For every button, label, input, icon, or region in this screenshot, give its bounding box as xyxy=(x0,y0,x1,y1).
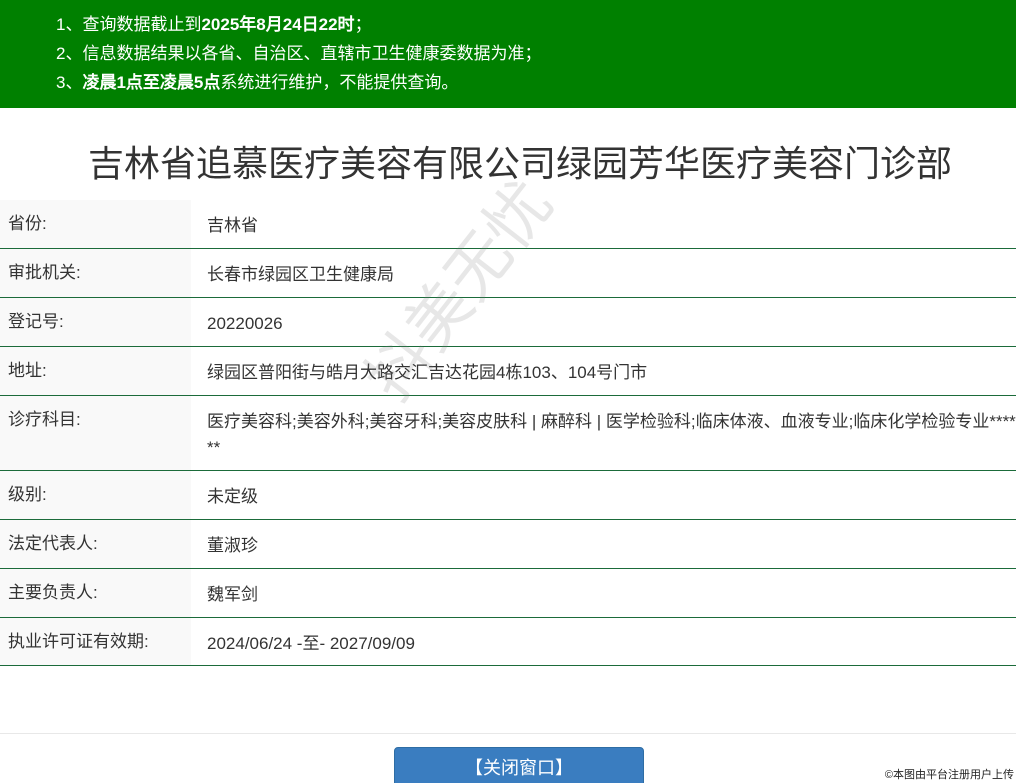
page-title: 吉林省追慕医疗美容有限公司绿园芳华医疗美容门诊部 xyxy=(87,143,952,184)
table-row: 地址: 绿园区普阳街与皓月大路交汇吉达花园4栋103、104号门市 xyxy=(0,346,1016,396)
table-row: 诊疗科目: 医疗美容科;美容外科;美容牙科;美容皮肤科 | 麻醉科 | 医学检验… xyxy=(0,395,1016,471)
row-label: 省份: xyxy=(0,200,191,249)
row-value: 吉林省 xyxy=(191,200,1016,249)
upload-note: ©本图由平台注册用户上传 xyxy=(884,769,1014,781)
notice-line-1-prefix: 1、查询数据截止到 xyxy=(56,15,202,34)
row-label: 法定代表人: xyxy=(0,519,191,569)
table-row: 登记号: 20220026 xyxy=(0,297,1016,347)
row-value: 20220026 xyxy=(191,297,1016,347)
table-row: 主要负责人: 魏军剑 xyxy=(0,568,1016,618)
row-value: 魏军剑 xyxy=(191,568,1016,618)
row-label: 地址: xyxy=(0,346,191,396)
divider xyxy=(0,733,1016,734)
table-row: 法定代表人: 董淑珍 xyxy=(0,519,1016,569)
row-label: 主要负责人: xyxy=(0,568,191,618)
close-window-button[interactable]: 【关闭窗口】 xyxy=(394,747,644,783)
row-value: 长春市绿园区卫生健康局 xyxy=(191,248,1016,298)
row-value: 2024/06/24 -至- 2027/09/09 xyxy=(191,617,1016,666)
table-row: 级别: 未定级 xyxy=(0,470,1016,520)
row-value: 绿园区普阳街与皓月大路交汇吉达花园4栋103、104号门市 xyxy=(191,346,1016,396)
notice-line-3-suffix: 系统进行维护，不能提供查询。 xyxy=(220,73,459,92)
row-label: 登记号: xyxy=(0,297,191,347)
notice-banner: 1、查询数据截止到2025年8月24日22时； 2、信息数据结果以各省、自治区、… xyxy=(0,0,1016,108)
notice-line-3: 3、凌晨1点至凌晨5点系统进行维护，不能提供查询。 xyxy=(56,70,458,96)
notice-line-2: 2、信息数据结果以各省、自治区、直辖市卫生健康委数据为准； xyxy=(56,44,542,63)
row-label: 审批机关: xyxy=(0,248,191,298)
table-row: 省份: 吉林省 xyxy=(0,200,1016,249)
row-label: 执业许可证有效期: xyxy=(0,617,191,666)
notice-deadline: 2025年8月24日22时 xyxy=(201,15,355,34)
notice-line-1: 1、查询数据截止到2025年8月24日22时； xyxy=(56,12,372,38)
notice-line-1-suffix: ； xyxy=(354,15,372,34)
row-label: 级别: xyxy=(0,470,191,520)
info-table: 省份: 吉林省 审批机关: 长春市绿园区卫生健康局 登记号: 20220026 … xyxy=(0,200,1016,666)
notice-maintenance-time: 凌晨1点至凌晨5点 xyxy=(82,73,221,92)
notice-line-3-prefix: 3、 xyxy=(56,73,83,92)
row-label: 诊疗科目: xyxy=(0,395,191,471)
row-value: 医疗美容科;美容外科;美容牙科;美容皮肤科 | 麻醉科 | 医学检验科;临床体液… xyxy=(191,395,1016,471)
row-value: 董淑珍 xyxy=(191,519,1016,569)
row-value: 未定级 xyxy=(191,470,1016,520)
table-row: 执业许可证有效期: 2024/06/24 -至- 2027/09/09 xyxy=(0,617,1016,666)
table-row: 审批机关: 长春市绿园区卫生健康局 xyxy=(0,248,1016,298)
